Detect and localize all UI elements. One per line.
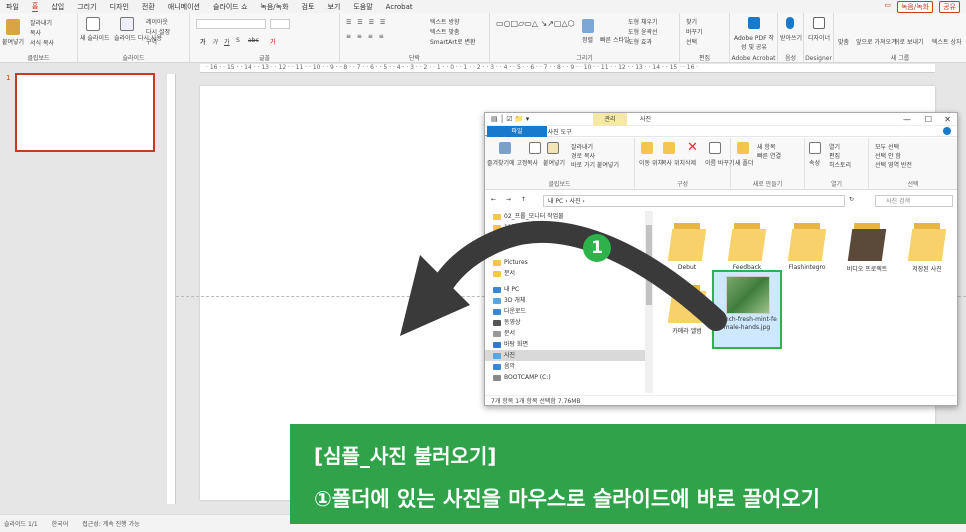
- slide-count: 슬라이드 1/1: [4, 521, 38, 528]
- step-badge: 1: [583, 234, 611, 262]
- language-indicator[interactable]: 한국어: [52, 519, 69, 528]
- drag-arrow-path: [427, 221, 727, 331]
- caption-banner: [심플_사진 불러오기] ①폴더에 있는 사진을 마우스로 슬라이드에 바로 끌…: [290, 424, 966, 524]
- accessibility-status[interactable]: 접근성: 계속 진행 가능: [82, 519, 139, 528]
- caption-title: [심플_사진 불러오기]: [314, 444, 497, 468]
- caption-text: ①폴더에 있는 사진을 마우스로 슬라이드에 바로 끌어오기: [314, 487, 821, 511]
